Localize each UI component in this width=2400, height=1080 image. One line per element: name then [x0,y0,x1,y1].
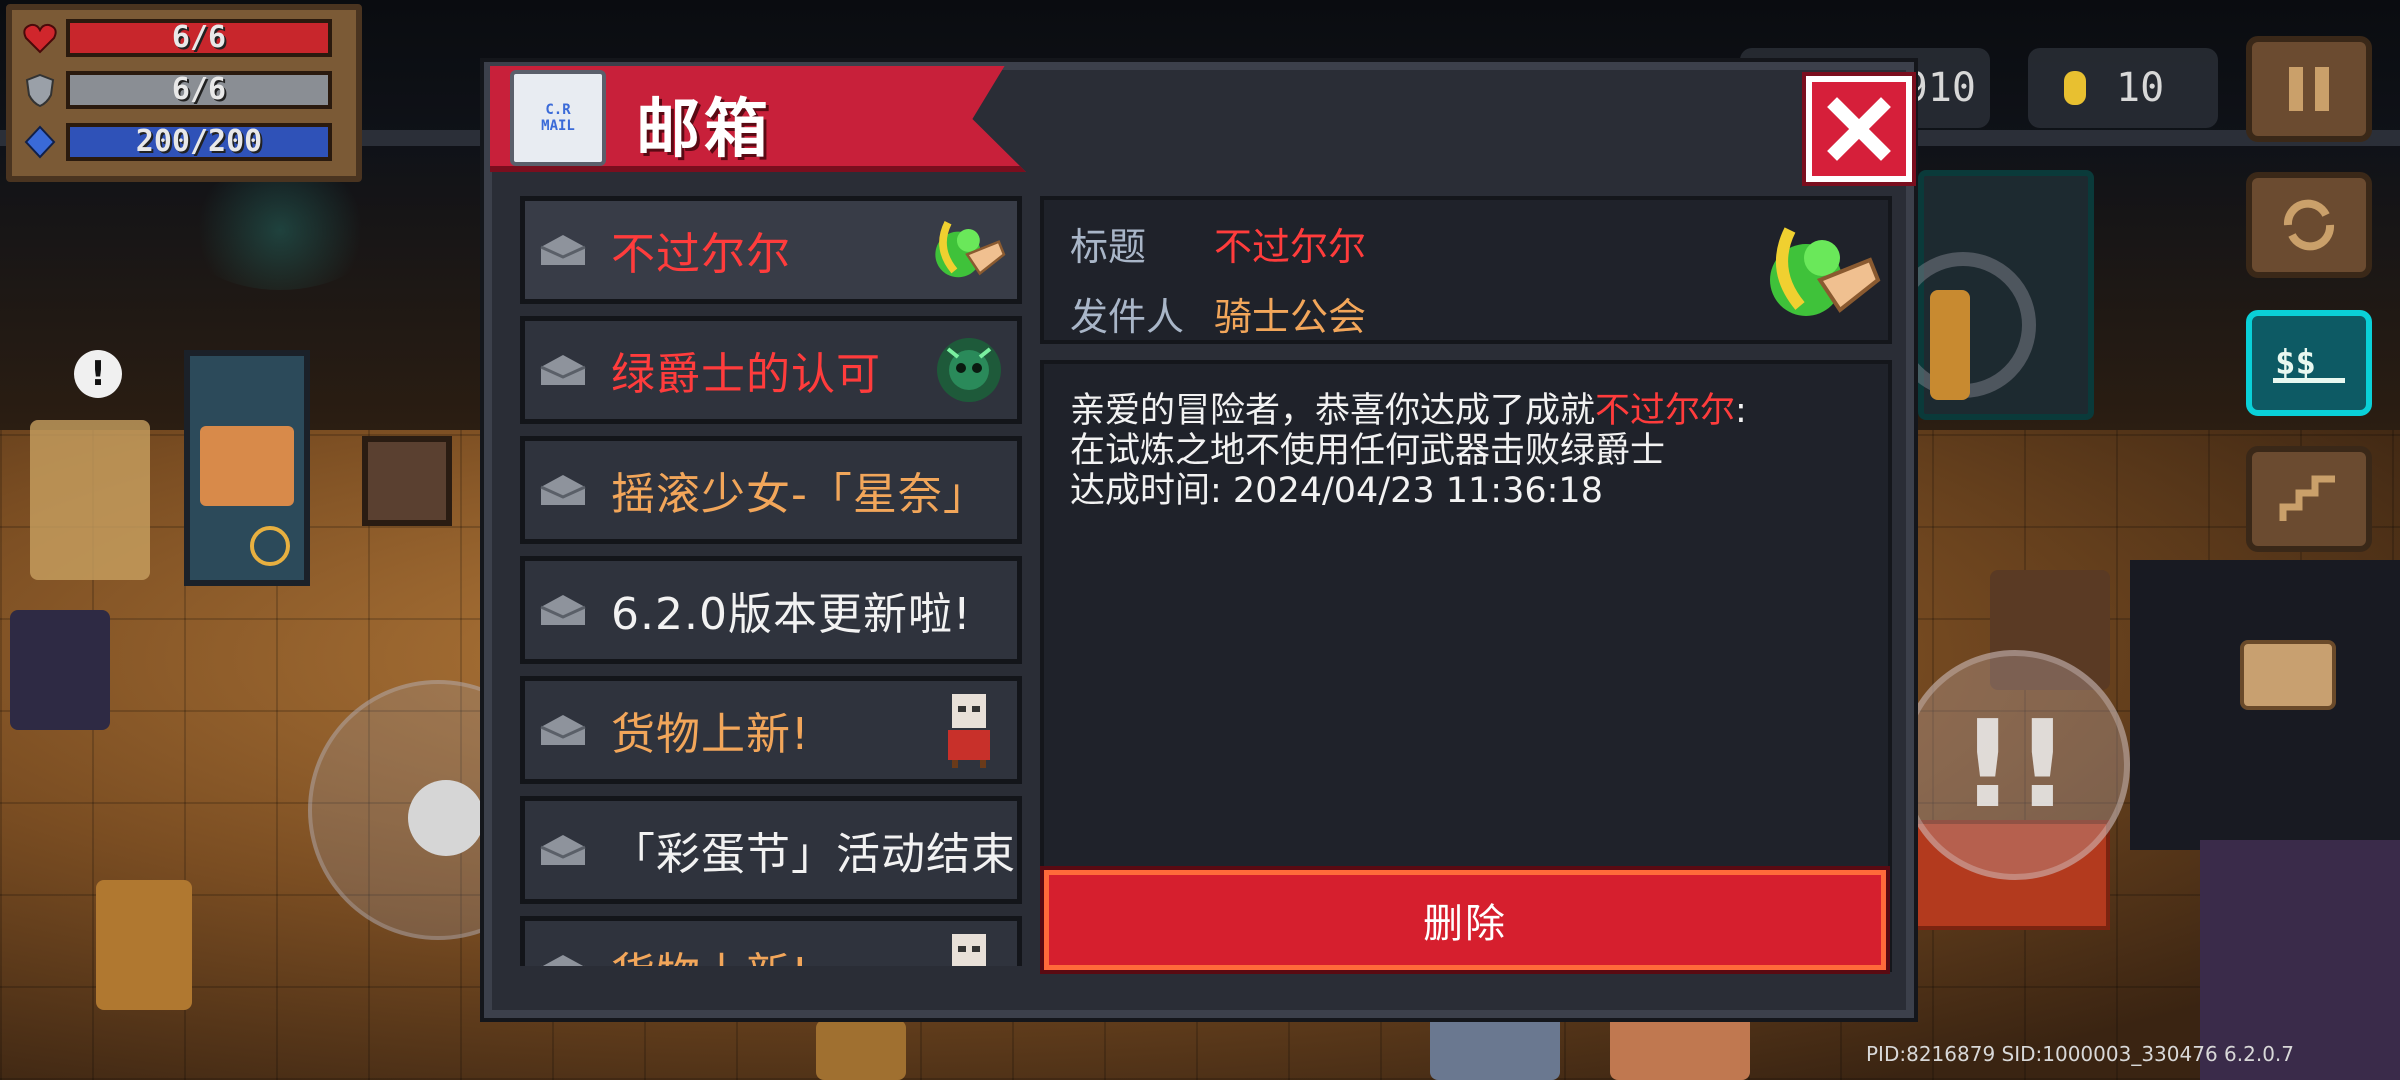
mail-item[interactable]: 不过尔尔 [520,196,1022,304]
envelope-icon [539,593,587,627]
mail-subject: 6.2.0版本更新啦! [611,589,972,640]
exclaim-icon: !! [1960,695,2070,835]
notice-board-icon[interactable] [2240,640,2336,710]
mailbox-dialog: C.R MAIL 邮箱 不过尔尔绿爵士的认可摇滚少女-「星奈」 6.2.0版本更新… [484,62,1914,1018]
robot-npc[interactable] [1430,1010,1560,1080]
swap-weapon-button[interactable] [2246,172,2372,278]
mail-detail-header: 标题 不过尔尔 发件人 骑士公会 [1040,196,1892,344]
coin-icon [2064,71,2086,105]
mail-item[interactable]: 货物上新! [520,676,1022,784]
gem-count: 910 [1903,65,1976,111]
teal-light [180,170,380,290]
energy-row: 200/200 [22,122,332,162]
svg-text:$$: $$ [2275,343,2316,383]
coin-count: 10 [2116,65,2165,111]
mail-item[interactable]: 货物上新! [520,916,1022,966]
stairs-icon [2279,475,2335,521]
player-stats-panel: 6/6 6/6 200/200 [6,4,362,182]
envelope-icon [539,713,587,747]
mail-subject: 「彩蛋节」活动结束 [611,829,1016,880]
energy-text: 200/200 [135,124,263,159]
armor-row: 6/6 [22,70,332,110]
guitar-icon [1930,290,1970,400]
shield-icon [22,72,58,108]
mail-envelope-icon: C.R MAIL [510,70,606,166]
pause-icon [2289,67,2329,111]
mail-subject: 货物上新! [611,709,810,760]
build-info: PID:8216879 SID:1000003_330476 6.2.0.7 [1866,1042,2295,1066]
body-line-3: 达成时间: 2024/04/23 11:36:18 [1070,471,1603,511]
close-button[interactable] [1806,76,1912,182]
attack-button[interactable]: !! [1900,650,2130,880]
title-value: 不过尔尔 [1214,225,1367,269]
hp-row: 6/6 [22,18,332,58]
bear-npc[interactable] [96,880,192,1010]
mail-item[interactable]: 摇滚少女-「星奈」 [520,436,1022,544]
mail-subject: 摇滚少女-「星奈」 [611,469,988,520]
mail-subject: 货物上新! [611,938,929,966]
fist-icon [929,210,1009,290]
close-icon [1827,97,1891,161]
merchant-icon [929,930,1009,966]
pause-button[interactable] [2246,36,2372,142]
mailbox-header: C.R MAIL 邮箱 [490,66,1026,182]
energy-crystal-icon [22,124,58,160]
shop-button[interactable]: $$ [2246,310,2372,416]
energy-bar: 200/200 [66,123,332,161]
envelope-icon [539,233,587,267]
heart-icon [22,20,58,56]
fist-icon [1760,210,1886,336]
coin-counter: 10 [2028,48,2218,128]
stairs-button[interactable] [2246,446,2372,552]
treasure-chest[interactable] [362,436,452,526]
merchant-icon [929,690,1009,770]
mail-subject: 不过尔尔 [611,229,791,280]
mail-item[interactable]: 绿爵士的认可 [520,316,1022,424]
delete-button[interactable]: 删除 [1044,870,1886,970]
hp-text: 6/6 [171,20,227,55]
joystick-knob[interactable] [408,780,484,856]
mailbox-title: 邮箱 [636,93,772,167]
title-key: 标题 [1070,225,1147,269]
mail-item[interactable]: 6.2.0版本更新啦! [520,556,1022,664]
swap-icon [2283,199,2335,251]
armor-text: 6/6 [171,72,227,107]
hp-bar: 6/6 [66,19,332,57]
armor-bar: 6/6 [66,71,332,109]
knight-npc[interactable] [30,420,150,580]
mail-subject: 绿爵士的认可 [611,349,881,400]
sender-key: 发件人 [1070,295,1185,339]
money-icon: $$ [2273,343,2345,383]
mail-list[interactable]: 不过尔尔绿爵士的认可摇滚少女-「星奈」 6.2.0版本更新啦! 货物上新! 「彩蛋节」… [520,196,1022,966]
green-skull-icon [929,330,1009,410]
dark-npc[interactable] [10,610,110,730]
sender-value: 骑士公会 [1214,295,1367,339]
envelope-icon [539,473,587,507]
monkey-npc[interactable] [816,1020,906,1080]
exclaim-bubble-icon: ! [74,350,122,398]
envelope-icon [539,953,587,966]
envelope-icon [539,353,587,387]
mail-item[interactable]: 「彩蛋节」活动结束 [520,796,1022,904]
gacha-machine[interactable] [184,350,310,586]
envelope-icon [539,833,587,867]
